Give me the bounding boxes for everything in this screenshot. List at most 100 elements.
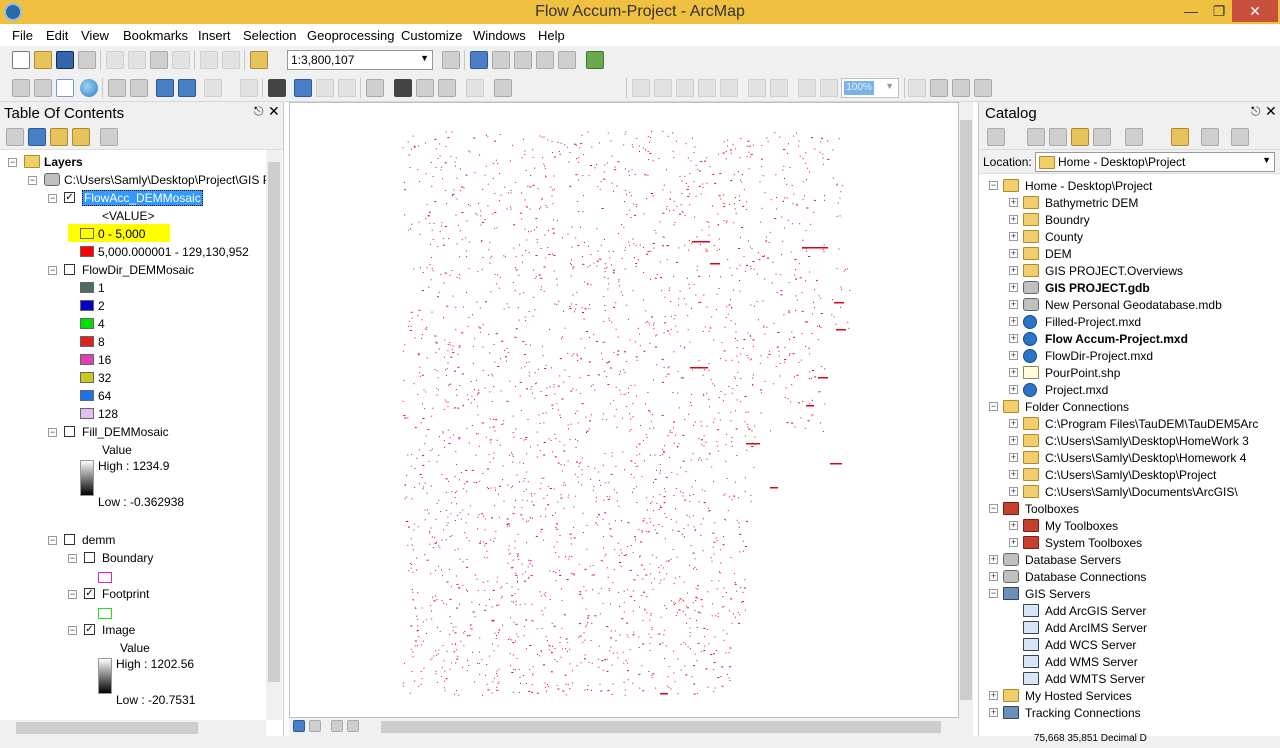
- menu-windows[interactable]: Windows: [473, 28, 526, 43]
- toolboxes[interactable]: Toolboxes: [1025, 501, 1079, 517]
- expand-icon[interactable]: +: [1009, 334, 1018, 343]
- flowacc-visibility-checkbox[interactable]: ✓: [64, 192, 75, 203]
- collapse-icon[interactable]: −: [68, 554, 77, 563]
- menu-bookmarks[interactable]: Bookmarks: [123, 28, 188, 43]
- add-data-icon[interactable]: [250, 51, 268, 69]
- catalog-item[interactable]: Filled-Project.mxd: [1045, 314, 1141, 330]
- collapse-icon[interactable]: −: [68, 626, 77, 635]
- folder-connection[interactable]: C:\Users\Samly\Desktop\HomeWork 3: [1045, 433, 1249, 449]
- layer-demm[interactable]: demm: [82, 532, 115, 548]
- expand-icon[interactable]: +: [989, 708, 998, 717]
- add-server-item[interactable]: Add WCS Server: [1045, 637, 1136, 653]
- system-toolboxes[interactable]: System Toolboxes: [1045, 535, 1142, 551]
- legend-swatch[interactable]: [80, 354, 94, 365]
- print-icon[interactable]: [78, 51, 96, 69]
- collapse-icon[interactable]: −: [989, 402, 998, 411]
- menu-customize[interactable]: Customize: [401, 28, 462, 43]
- expand-icon[interactable]: +: [1009, 419, 1018, 428]
- refresh-icon[interactable]: [331, 720, 343, 732]
- forward-arrow-icon[interactable]: [1027, 128, 1045, 146]
- expand-icon[interactable]: +: [1009, 521, 1018, 530]
- layout-view-icon[interactable]: [309, 720, 321, 732]
- search-window-icon[interactable]: [514, 51, 532, 69]
- new-document-icon[interactable]: [12, 51, 30, 69]
- flowdir-visibility-checkbox[interactable]: [64, 264, 75, 275]
- expand-icon[interactable]: +: [1009, 283, 1018, 292]
- add-server-item[interactable]: Add WMTS Server: [1045, 671, 1145, 687]
- my-toolboxes[interactable]: My Toolboxes: [1045, 518, 1118, 534]
- fixed-zoom-out-icon[interactable]: [130, 79, 148, 97]
- map-view[interactable]: [289, 102, 959, 718]
- zoom-in-icon[interactable]: [12, 79, 30, 97]
- footprint-visibility-checkbox[interactable]: ✓: [84, 588, 95, 599]
- pan-hand-icon[interactable]: [56, 79, 74, 97]
- layer-flowdir[interactable]: FlowDir_DEMMosaic: [82, 262, 194, 278]
- collapse-icon[interactable]: −: [989, 589, 998, 598]
- menu-edit[interactable]: Edit: [46, 28, 68, 43]
- image-stretch-ramp[interactable]: [98, 658, 112, 694]
- boundary-symbol[interactable]: [98, 572, 112, 583]
- toggle-draft-mode-icon[interactable]: [908, 79, 926, 97]
- menu-view[interactable]: View: [81, 28, 109, 43]
- expand-icon[interactable]: +: [1009, 300, 1018, 309]
- folder-connections[interactable]: Folder Connections: [1025, 399, 1129, 415]
- expand-icon[interactable]: +: [989, 572, 998, 581]
- forward-extent-layout-icon[interactable]: [820, 79, 838, 97]
- minimize-button[interactable]: —: [1176, 0, 1206, 22]
- close-icon[interactable]: ✕: [1265, 103, 1277, 120]
- collapse-icon[interactable]: −: [48, 428, 57, 437]
- my-hosted-services[interactable]: My Hosted Services: [1025, 688, 1132, 704]
- collapse-icon[interactable]: −: [28, 176, 37, 185]
- catalog-item[interactable]: FlowDir-Project.mxd: [1045, 348, 1153, 364]
- map-hscroll-thumb[interactable]: [381, 721, 941, 733]
- arctoolbox-icon[interactable]: [536, 51, 554, 69]
- pause-drawing-icon[interactable]: [347, 720, 359, 732]
- data-view-icon[interactable]: [293, 720, 305, 732]
- map-scale-combo[interactable]: 1:3,800,107 ▼: [287, 50, 433, 70]
- folder-connection[interactable]: C:\Program Files\TauDEM\TauDEM5Arc: [1045, 416, 1258, 432]
- toggle-contents-icon[interactable]: [1201, 128, 1219, 146]
- menu-geoprocessing[interactable]: Geoprocessing: [307, 28, 394, 43]
- back-arrow-icon[interactable]: [156, 79, 174, 97]
- data-driven-pages-icon[interactable]: [974, 79, 992, 97]
- expand-icon[interactable]: +: [1009, 351, 1018, 360]
- measure-icon[interactable]: [366, 79, 384, 97]
- expand-icon[interactable]: +: [1009, 538, 1018, 547]
- add-server-item[interactable]: Add ArcIMS Server: [1045, 620, 1147, 636]
- map-vscroll-thumb[interactable]: [960, 120, 972, 700]
- back-extent-layout-icon[interactable]: [798, 79, 816, 97]
- list-by-visibility-icon[interactable]: [50, 128, 68, 146]
- paste-icon[interactable]: [150, 51, 168, 69]
- catalog-item[interactable]: PourPoint.shp: [1045, 365, 1120, 381]
- select-features-icon[interactable]: [204, 79, 222, 97]
- location-combo[interactable]: Home - Desktop\Project ▼: [1035, 152, 1275, 172]
- expand-icon[interactable]: +: [989, 555, 998, 564]
- zoom-whole-page-icon[interactable]: [698, 79, 716, 97]
- catalog-options-icon[interactable]: [1231, 128, 1249, 146]
- cut-icon[interactable]: [106, 51, 124, 69]
- layer-footprint[interactable]: Footprint: [102, 586, 149, 602]
- collapse-icon[interactable]: −: [48, 536, 57, 545]
- fixed-zoom-out-layout-icon[interactable]: [770, 79, 788, 97]
- legend-swatch[interactable]: [80, 372, 94, 383]
- legend-swatch[interactable]: [80, 336, 94, 347]
- boundary-visibility-checkbox[interactable]: [84, 552, 95, 563]
- maximize-button[interactable]: ❐: [1206, 0, 1232, 22]
- demm-visibility-checkbox[interactable]: [64, 534, 75, 545]
- legend-swatch-5000-plus[interactable]: [80, 246, 94, 257]
- folder-connection[interactable]: C:\Users\Samly\Documents\ArcGIS\: [1045, 484, 1238, 500]
- menu-help[interactable]: Help: [538, 28, 565, 43]
- html-popup-icon[interactable]: [338, 79, 356, 97]
- database-servers[interactable]: Database Servers: [1025, 552, 1121, 568]
- legend-swatch[interactable]: [80, 390, 94, 401]
- legend-swatch[interactable]: [80, 408, 94, 419]
- expand-icon[interactable]: +: [1009, 436, 1018, 445]
- flow-accumulation-map[interactable]: [290, 103, 959, 718]
- collapse-icon[interactable]: −: [48, 266, 57, 275]
- toc-options-icon[interactable]: [100, 128, 118, 146]
- create-viewer-window-icon[interactable]: [494, 79, 512, 97]
- expand-icon[interactable]: +: [989, 691, 998, 700]
- add-server-item[interactable]: Add ArcGIS Server: [1045, 603, 1146, 619]
- toc-window-icon[interactable]: [470, 51, 488, 69]
- menu-file[interactable]: File: [12, 28, 33, 43]
